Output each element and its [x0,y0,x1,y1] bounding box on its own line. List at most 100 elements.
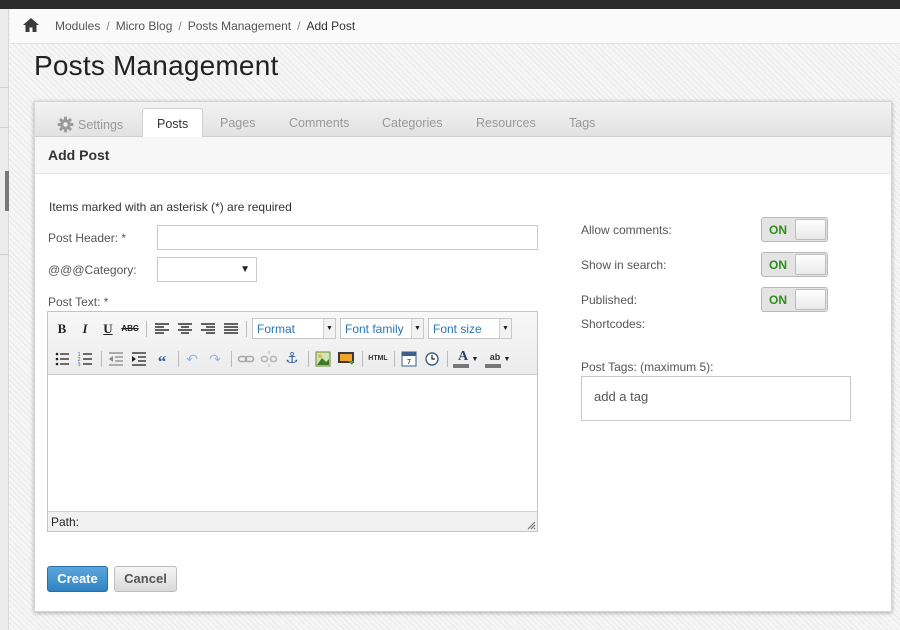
insert-date-icon[interactable]: 7 [399,349,419,369]
outdent-icon[interactable] [106,349,126,369]
unlink-icon[interactable] [259,349,279,369]
shortcodes-label: Shortcodes: [581,317,646,331]
breadcrumb-separator: / [178,19,182,33]
home-icon[interactable] [22,17,40,33]
cancel-button[interactable]: Cancel [114,566,177,592]
post-tags-input[interactable]: add a tag [581,376,851,421]
breadcrumb-separator: / [106,19,110,33]
toolbar-separator [101,351,102,367]
toolbar-separator [394,351,395,367]
svg-text:3: 3 [78,362,81,368]
redo-icon[interactable]: ↷ [205,349,225,369]
section-header: Add Post [35,137,891,174]
breadcrumb-add-post: Add Post [306,19,356,33]
format-dropdown[interactable]: Format ▼ [252,318,336,339]
bold-icon[interactable]: B [52,319,72,339]
published-toggle[interactable]: ON [761,287,828,312]
font-family-dropdown-label: Font family [345,322,404,336]
font-family-dropdown[interactable]: Font family ▼ [340,318,424,339]
allow-comments-toggle[interactable]: ON [761,217,828,242]
toggle-knob [795,254,826,275]
toggle-state: ON [769,258,787,272]
gear-icon [57,116,74,133]
resize-handle-icon[interactable] [526,520,536,530]
toggle-knob [795,219,826,240]
tab-posts[interactable]: Posts [142,108,204,138]
tab-resources[interactable]: Resources [476,116,536,130]
toolbar-separator [362,351,363,367]
breadcrumb: Modules / Micro Blog / Posts Management / Add … [55,19,355,33]
breadcrumb-bar: Modules / Micro Blog / Posts Management / Add … [10,9,900,44]
align-left-icon[interactable] [152,319,172,339]
format-dropdown-label: Format [257,322,296,336]
breadcrumb-posts-management[interactable]: Posts Management [188,19,291,33]
tab-bar: Settings Posts Pages Comments Categories… [35,102,891,138]
text-color-swatch [453,364,469,368]
toolbar-separator [146,321,147,337]
tab-settings[interactable]: Settings [57,116,123,133]
bullet-list-icon[interactable] [52,349,72,369]
post-header-label: Post Header: * [48,231,127,245]
strikethrough-icon[interactable]: ABC [120,319,140,339]
tab-pages[interactable]: Pages [220,116,255,130]
show-in-search-label: Show in search: [581,258,667,272]
chevron-down-icon: ▼ [240,264,250,275]
required-note: Items marked with an asterisk (*) are re… [49,200,292,214]
svg-text:7: 7 [407,358,411,366]
show-in-search-toggle[interactable]: ON [761,252,828,277]
tab-comments[interactable]: Comments [289,116,349,130]
tags-placeholder: add a tag [594,389,649,404]
underline-icon[interactable]: U [98,319,118,339]
chevron-down-icon: ▼ [411,319,423,338]
link-icon[interactable] [236,349,256,369]
breadcrumb-modules[interactable]: Modules [55,19,100,33]
toolbar-separator [447,351,448,367]
toggle-state: ON [769,293,787,307]
image-icon[interactable] [313,349,333,369]
anchor-icon[interactable]: ⚓ [282,349,302,369]
published-label: Published: [581,293,638,307]
main-panel: Settings Posts Pages Comments Categories… [34,101,892,612]
italic-icon[interactable]: I [75,319,95,339]
post-text-label: Post Text: * [48,295,109,309]
editor-path-bar: Path: [48,511,537,531]
page-title: Posts Management [34,50,279,81]
align-justify-icon[interactable] [221,319,241,339]
align-right-icon[interactable] [198,319,218,339]
indent-icon[interactable] [129,349,149,369]
left-scroll-marker[interactable] [5,171,9,211]
chevron-down-icon[interactable]: ▼ [502,350,512,370]
toolbar-separator [178,351,179,367]
insert-time-icon[interactable] [422,349,442,369]
chevron-down-icon[interactable]: ▼ [470,350,480,370]
undo-icon[interactable]: ↶ [182,349,202,369]
top-dark-bar [0,0,900,9]
category-label: @@@Category: [48,263,137,277]
chevron-down-icon: ▼ [499,319,511,338]
blockquote-icon[interactable]: “ [152,349,172,371]
tab-settings-label: Settings [78,118,124,132]
allow-comments-label: Allow comments: [581,223,672,237]
tab-tags[interactable]: Tags [569,116,595,130]
html-icon[interactable]: HTML [365,349,391,369]
create-button[interactable]: Create [47,566,108,592]
align-center-icon[interactable] [175,319,195,339]
insert-media-icon[interactable] [336,349,356,369]
chevron-down-icon: ▼ [323,319,335,338]
breadcrumb-separator: / [297,19,301,33]
post-header-input[interactable] [157,225,538,250]
breadcrumb-micro-blog[interactable]: Micro Blog [116,19,173,33]
highlight-color-swatch [485,364,501,368]
toolbar-separator [308,351,309,367]
category-select[interactable]: ▼ [157,257,257,282]
editor-content-area[interactable] [48,375,537,511]
editor-toolbar: B I U ABC Format ▼ Font family ▼ Font size… [48,312,537,375]
editor-path-label: Path: [51,515,80,529]
section-title: Add Post [48,147,110,163]
tab-categories[interactable]: Categories [382,116,442,130]
rich-text-editor: B I U ABC Format ▼ Font family ▼ Font size… [47,311,538,532]
post-tags-label: Post Tags: (maximum 5): [581,360,714,374]
numbered-list-icon[interactable]: 123 [75,349,95,369]
font-size-dropdown[interactable]: Font size ▼ [428,318,512,339]
toggle-state: ON [769,223,787,237]
